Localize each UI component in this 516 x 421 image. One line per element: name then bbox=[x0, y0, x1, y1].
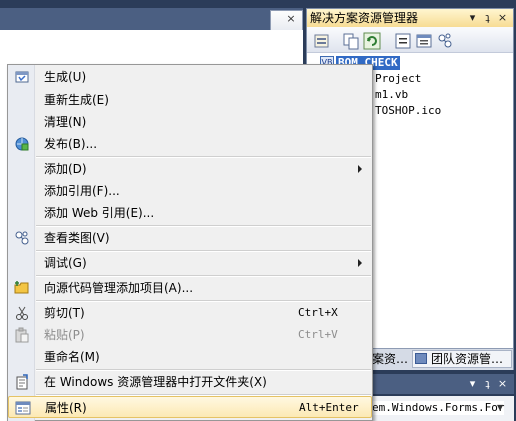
menu-item-debug[interactable]: 调试(G) bbox=[8, 252, 372, 274]
menu-item-add-to-source-control[interactable]: 向源代码管理添加项目(A)... bbox=[8, 277, 372, 299]
menu-item-shortcut: Ctrl+X bbox=[298, 306, 338, 319]
open-folder-icon bbox=[14, 374, 30, 390]
dropdown-icon[interactable]: ▾ bbox=[466, 377, 479, 391]
menu-item-label: 向源代码管理添加项目(A)... bbox=[44, 281, 194, 295]
menu-item-label: 添加引用(F)... bbox=[44, 184, 120, 198]
chevron-down-icon[interactable]: ▼ bbox=[497, 403, 503, 412]
show-all-files-icon[interactable] bbox=[342, 32, 360, 50]
menu-item-label: 发布(B)... bbox=[44, 137, 98, 151]
menu-item-label: 在 Windows 资源管理器中打开文件夹(X) bbox=[44, 375, 267, 389]
menu-item-shortcut: Ctrl+V bbox=[298, 328, 338, 341]
build-icon bbox=[14, 69, 30, 85]
menu-item-label: 查看类图(V) bbox=[44, 231, 110, 245]
menu-item-rebuild[interactable]: 重新生成(E) bbox=[8, 89, 372, 111]
view-designer-icon[interactable] bbox=[415, 32, 433, 50]
pin-icon[interactable]: ʇ bbox=[481, 11, 494, 25]
menu-item-add-reference[interactable]: 添加引用(F)... bbox=[8, 180, 372, 202]
menu-item-label: 添加(D) bbox=[44, 162, 87, 176]
refresh-icon[interactable] bbox=[363, 32, 381, 50]
tree-item[interactable]: TOSHOP.ico bbox=[375, 104, 441, 118]
scissors-icon bbox=[14, 305, 30, 321]
document-tab-strip bbox=[0, 8, 303, 30]
menu-item-cut[interactable]: 剪切(T) Ctrl+X bbox=[8, 302, 372, 324]
menu-item-rename[interactable]: 重命名(M) bbox=[8, 346, 372, 368]
menu-item-build[interactable]: 生成(U) bbox=[8, 66, 372, 88]
menu-item-label: 调试(G) bbox=[44, 256, 87, 270]
menu-item-label: 生成(U) bbox=[44, 70, 87, 84]
window-frame bbox=[0, 0, 516, 8]
menu-item-label: 属性(R) bbox=[45, 401, 87, 415]
menu-item-publish[interactable]: 发布(B)... bbox=[8, 133, 372, 155]
menu-item-label: 重命名(M) bbox=[44, 350, 100, 364]
menu-item-open-in-explorer[interactable]: 在 Windows 资源管理器中打开文件夹(X) bbox=[8, 371, 372, 393]
pin-icon[interactable]: ʇ bbox=[481, 377, 494, 391]
close-icon[interactable]: × bbox=[284, 12, 298, 26]
class-diagram-icon bbox=[14, 230, 30, 246]
properties-icon[interactable] bbox=[313, 32, 331, 50]
object-selector-value: em.Windows.Forms.For bbox=[372, 401, 505, 415]
menu-item-properties[interactable]: 属性(R) Alt+Enter bbox=[8, 396, 372, 418]
menu-item-clean[interactable]: 清理(N) bbox=[8, 111, 372, 133]
menu-item-label: 清理(N) bbox=[44, 115, 87, 129]
menu-item-label: 添加 Web 引用(E)... bbox=[44, 206, 155, 220]
menu-item-add[interactable]: 添加(D) bbox=[8, 158, 372, 180]
submenu-arrow-icon bbox=[358, 259, 362, 267]
menu-item-paste[interactable]: 粘贴(P) Ctrl+V bbox=[8, 324, 372, 346]
menu-item-add-web-reference[interactable]: 添加 Web 引用(E)... bbox=[8, 202, 372, 224]
tab-team-explorer[interactable]: 团队资源管… bbox=[412, 350, 512, 368]
tab-solution-explorer[interactable]: 案资… bbox=[372, 350, 408, 368]
view-code-icon[interactable] bbox=[394, 32, 412, 50]
paste-icon bbox=[14, 327, 30, 343]
tree-item[interactable]: m1.vb bbox=[375, 88, 408, 102]
close-icon[interactable]: × bbox=[496, 377, 509, 391]
menu-item-label: 粘贴(P) bbox=[44, 328, 85, 342]
class-diagram-icon[interactable] bbox=[436, 32, 454, 50]
publish-icon bbox=[14, 136, 30, 152]
menu-item-view-class-diagram[interactable]: 查看类图(V) bbox=[8, 227, 372, 249]
menu-item-shortcut: Alt+Enter bbox=[299, 401, 359, 414]
menu-item-label: 重新生成(E) bbox=[44, 93, 109, 107]
dropdown-icon[interactable]: ▾ bbox=[466, 11, 479, 25]
close-icon[interactable]: × bbox=[496, 11, 509, 25]
menu-item-label: 剪切(T) bbox=[44, 306, 85, 320]
solution-explorer-title: 解决方案资源管理器 bbox=[310, 11, 419, 25]
submenu-arrow-icon bbox=[358, 165, 362, 173]
tree-item[interactable]: Project bbox=[375, 72, 421, 86]
team-explorer-icon bbox=[415, 353, 427, 364]
folder-add-icon bbox=[14, 280, 30, 296]
properties-icon bbox=[15, 400, 31, 416]
